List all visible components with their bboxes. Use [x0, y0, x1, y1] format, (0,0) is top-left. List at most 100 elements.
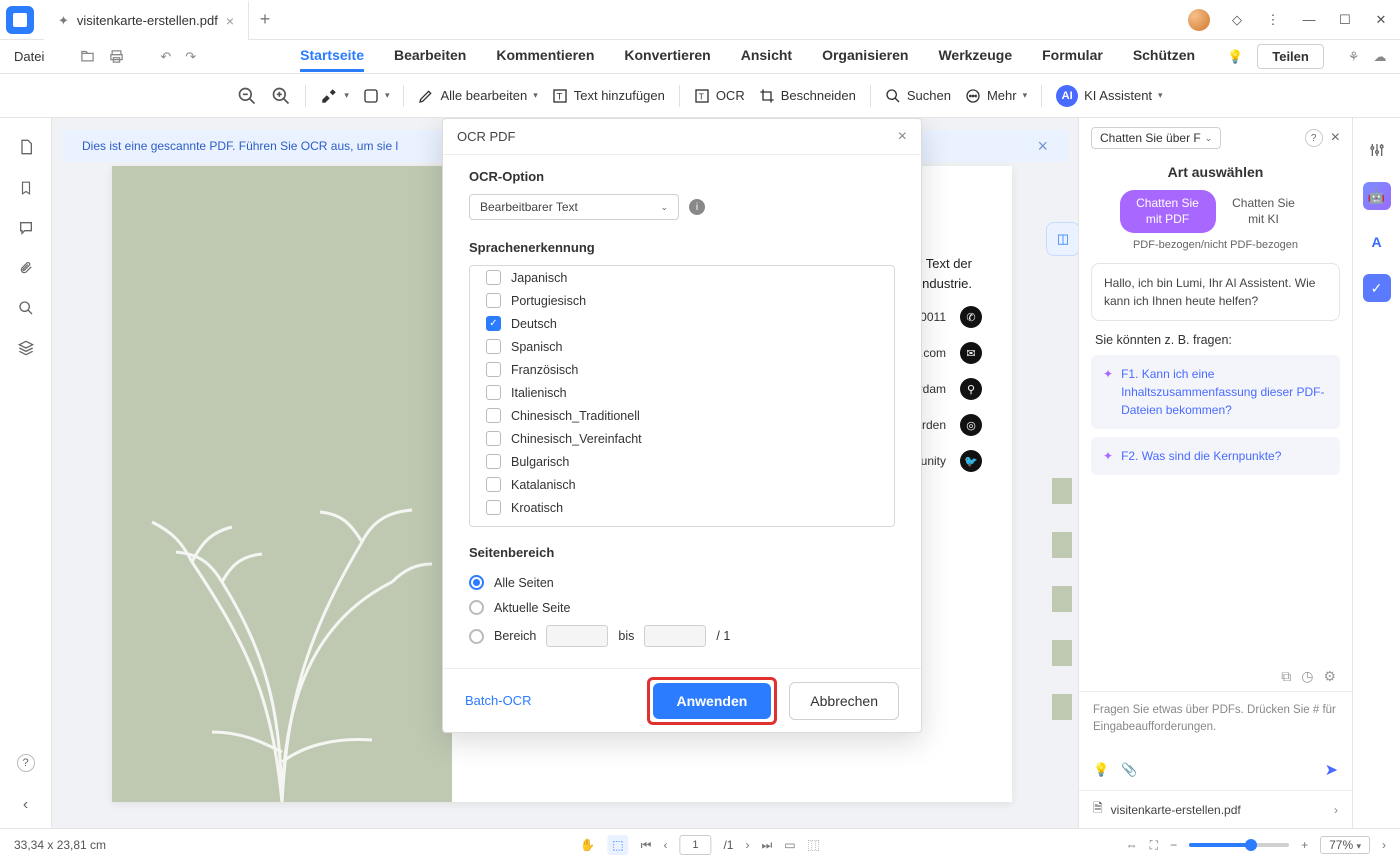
hand-tool-icon[interactable]: ✋ [580, 838, 595, 852]
lang-item[interactable]: Bulgarisch [470, 450, 894, 473]
thumb[interactable] [1052, 478, 1072, 504]
thumb[interactable] [1052, 640, 1072, 666]
zoom-value[interactable]: 77% ▾ [1320, 836, 1370, 854]
settings-mini-icon[interactable]: ⚙ [1323, 668, 1336, 685]
search-rail-icon[interactable] [18, 300, 34, 316]
next-page-icon[interactable]: › [745, 838, 749, 852]
dialog-close-icon[interactable]: × [898, 128, 907, 146]
select-tool-icon[interactable]: ⬚ [607, 835, 628, 855]
range-all[interactable]: Alle Seiten [469, 570, 895, 595]
help-icon[interactable]: ? [17, 754, 35, 772]
collapse-right-icon[interactable]: › [1382, 838, 1386, 852]
read-mode-icon[interactable]: ▭ [784, 838, 795, 852]
range-to-input[interactable] [644, 625, 706, 647]
maximize-icon[interactable]: ☐ [1336, 12, 1354, 28]
file-menu[interactable]: Datei [14, 49, 44, 64]
lang-item[interactable]: ✓Deutsch [470, 312, 894, 335]
ai-context-dropdown[interactable]: Chatten Sie über F⌄ [1091, 127, 1221, 149]
lightbulb-icon[interactable]: 💡 [1227, 49, 1243, 65]
share-button[interactable]: Teilen [1257, 44, 1324, 69]
bot-icon[interactable]: 🤖 [1363, 182, 1391, 210]
copy-icon[interactable]: ⧉ [1281, 668, 1291, 685]
tab-konvertieren[interactable]: Konvertieren [624, 41, 710, 72]
print-icon[interactable] [109, 49, 124, 64]
range-from-input[interactable] [546, 625, 608, 647]
zoom-in-status-icon[interactable]: + [1301, 838, 1308, 852]
prev-page-icon[interactable]: ‹ [663, 838, 667, 852]
close-window-icon[interactable]: ✕ [1372, 12, 1390, 28]
ai-close-icon[interactable]: × [1331, 129, 1340, 147]
sliders-icon[interactable] [1363, 136, 1391, 164]
crop-button[interactable]: Beschneiden [759, 88, 856, 104]
range-custom[interactable]: Bereich bis / 1 [469, 620, 895, 652]
fullscreen-icon[interactable]: ⛶ [1150, 838, 1158, 853]
search-button[interactable]: Suchen [885, 88, 951, 104]
redo-icon[interactable]: ↷ [185, 49, 196, 65]
zoom-out-status-icon[interactable]: − [1170, 838, 1177, 852]
undo-icon[interactable]: ↶ [160, 49, 171, 65]
prev-section-icon[interactable]: ⏮ [641, 838, 652, 853]
layers-icon[interactable] [18, 340, 34, 356]
comment-icon[interactable] [18, 220, 34, 236]
notification-icon[interactable]: ◇ [1228, 12, 1246, 28]
kebab-icon[interactable]: ⋮ [1264, 12, 1282, 28]
next-section-icon[interactable]: ⏭ [761, 838, 772, 853]
language-list[interactable]: Japanisch Portugiesisch ✓Deutsch Spanisc… [469, 265, 895, 527]
tab-werkzeuge[interactable]: Werkzeuge [938, 41, 1012, 72]
translate-icon[interactable]: A [1363, 228, 1391, 256]
lightbulb-mini-icon[interactable]: 💡 [1093, 762, 1109, 778]
tab-formular[interactable]: Formular [1042, 41, 1103, 72]
cloud-icon[interactable]: ☁ [1374, 49, 1387, 65]
lang-item[interactable]: Chinesisch_Vereinfacht [470, 427, 894, 450]
ai-help-icon[interactable]: ? [1305, 129, 1323, 147]
check-icon[interactable]: ✓ [1363, 274, 1391, 302]
range-current[interactable]: Aktuelle Seite [469, 595, 895, 620]
document-tab[interactable]: ✦ visitenkarte-erstellen.pdf × [44, 0, 249, 40]
minimize-icon[interactable]: — [1300, 12, 1318, 27]
info-icon[interactable]: i [689, 199, 705, 215]
lang-item[interactable]: Spanisch [470, 335, 894, 358]
attachment-icon[interactable] [19, 260, 33, 276]
tab-startseite[interactable]: Startseite [300, 41, 364, 72]
fit-width-icon[interactable]: ⇔ [1126, 838, 1138, 852]
ai-suggestion-1[interactable]: ✦F1. Kann ich eine Inhaltszusammenfassun… [1091, 355, 1340, 429]
add-text-button[interactable]: TText hinzufügen [552, 88, 665, 104]
close-icon[interactable]: × [226, 13, 234, 29]
lang-item[interactable]: Kroatisch [470, 496, 894, 519]
zoom-in-icon[interactable] [271, 86, 291, 106]
lang-item[interactable]: Französisch [470, 358, 894, 381]
tab-ansicht[interactable]: Ansicht [741, 41, 792, 72]
chat-ai-pill[interactable]: Chatten Sie mit KI [1216, 190, 1312, 233]
zoom-slider[interactable] [1189, 843, 1289, 847]
banner-close-icon[interactable]: × [1037, 136, 1048, 157]
cancel-button[interactable]: Abbrechen [789, 682, 899, 720]
ai-file-context[interactable]: 🗎 visitenkarte-erstellen.pdf › [1079, 790, 1352, 828]
layout-icon[interactable]: ⿲ [808, 837, 820, 854]
ocr-button[interactable]: TOCR [694, 88, 745, 104]
tab-bearbeiten[interactable]: Bearbeiten [394, 41, 466, 72]
page-input[interactable]: 1 [679, 835, 711, 855]
lang-item[interactable]: Italienisch [470, 381, 894, 404]
thumb[interactable] [1052, 532, 1072, 558]
page-icon[interactable] [18, 138, 34, 156]
user-avatar[interactable] [1188, 9, 1210, 31]
apply-button[interactable]: Anwenden [653, 683, 772, 719]
ocr-option-select[interactable]: Bearbeitbarer Text⌄ [469, 194, 679, 220]
lang-item[interactable]: Japanisch [470, 266, 894, 289]
batch-ocr-link[interactable]: Batch-OCR [465, 693, 531, 708]
link-icon[interactable]: ⚘ [1348, 49, 1360, 65]
edit-all-button[interactable]: Alle bearbeiten▾ [418, 88, 537, 104]
ai-input[interactable]: Fragen Sie etwas über PDFs. Drücken Sie … [1093, 702, 1338, 752]
lang-item[interactable]: Portugiesisch [470, 289, 894, 312]
new-tab-button[interactable]: + [249, 9, 281, 30]
ai-suggestion-2[interactable]: ✦F2. Was sind die Kernpunkte? [1091, 437, 1340, 475]
attach-icon[interactable]: 📎 [1121, 762, 1137, 778]
tab-organisieren[interactable]: Organisieren [822, 41, 908, 72]
tab-schuetzen[interactable]: Schützen [1133, 41, 1195, 72]
chat-pdf-pill[interactable]: Chatten Sie mit PDF [1120, 190, 1216, 233]
bookmark-icon[interactable] [19, 180, 33, 196]
history-icon[interactable]: ◷ [1301, 668, 1313, 685]
collapse-left-icon[interactable]: ‹ [23, 796, 28, 814]
zoom-out-icon[interactable] [237, 86, 257, 106]
shape-icon[interactable]: ▾ [363, 88, 390, 104]
